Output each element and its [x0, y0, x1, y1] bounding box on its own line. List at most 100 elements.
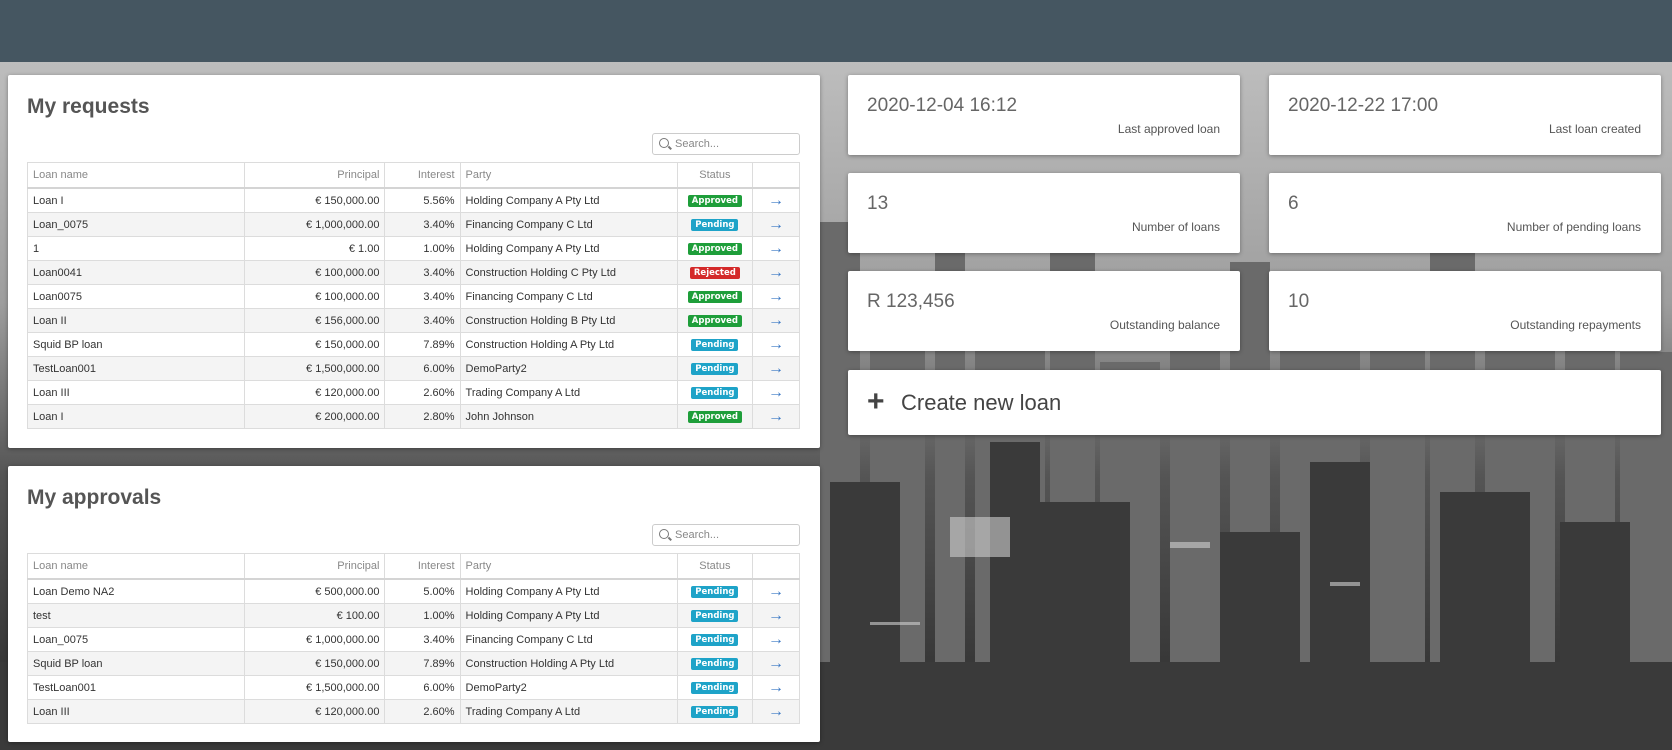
col-header-principal[interactable]: Principal: [244, 553, 386, 580]
table-row[interactable]: TestLoan001 € 1,500,000.00 6.00% DemoParty2…: [26, 675, 801, 700]
status-badge: Pending: [691, 363, 739, 375]
loan-name-cell: Loan I: [26, 187, 246, 213]
row-action-cell: →: [751, 675, 801, 700]
stat-card-outstanding-repayments: 10 Outstanding repayments: [1269, 271, 1661, 351]
principal-cell: € 156,000.00: [244, 308, 386, 333]
arrow-right-icon[interactable]: →: [768, 360, 784, 377]
requests-search-input[interactable]: [675, 136, 793, 152]
party-cell: Financing Company C Ltd: [459, 212, 678, 237]
stat-card-outstanding-balance: R 123,456 Outstanding balance: [848, 271, 1240, 351]
table-row[interactable]: Loan III € 120,000.00 2.60% Trading Company…: [26, 699, 801, 724]
table-row[interactable]: TestLoan001 € 1,500,000.00 6.00% DemoParty2…: [26, 356, 801, 381]
arrow-right-icon[interactable]: →: [768, 192, 784, 209]
arrow-right-icon[interactable]: →: [768, 703, 784, 720]
table-row[interactable]: Squid BP loan € 150,000.00 7.89% Constructi…: [26, 332, 801, 357]
table-row[interactable]: Loan_0075 € 1,000,000.00 3.40% Financing Co…: [26, 627, 801, 652]
table-row[interactable]: Loan0041 € 100,000.00 3.40% Construction Ho…: [26, 260, 801, 285]
arrow-right-icon[interactable]: →: [768, 264, 784, 281]
table-row[interactable]: Loan Demo NA2 € 500,000.00 5.00% Holding Co…: [26, 578, 801, 604]
col-header-status[interactable]: Status: [676, 553, 753, 580]
row-action-cell: →: [751, 356, 801, 381]
arrow-right-icon[interactable]: →: [768, 288, 784, 305]
row-action-cell: →: [751, 284, 801, 309]
status-badge: Rejected: [689, 267, 740, 279]
row-action-cell: →: [751, 332, 801, 357]
col-header-loan-name[interactable]: Loan name: [26, 162, 246, 189]
col-header-party[interactable]: Party: [459, 162, 678, 189]
arrow-right-icon[interactable]: →: [768, 240, 784, 257]
col-header-party[interactable]: Party: [459, 553, 678, 580]
interest-cell: 3.40%: [384, 627, 461, 652]
party-cell: DemoParty2: [459, 356, 678, 381]
interest-cell: 7.89%: [384, 332, 461, 357]
arrow-right-icon[interactable]: →: [768, 408, 784, 425]
principal-cell: € 500,000.00: [244, 578, 386, 604]
row-action-cell: →: [751, 578, 801, 604]
status-cell: Approved: [676, 187, 753, 213]
plus-icon: +: [867, 385, 885, 418]
party-cell: Construction Holding B Pty Ltd: [459, 308, 678, 333]
approvals-table: Loan name Principal Interest Party Statu…: [26, 553, 801, 724]
arrow-right-icon[interactable]: →: [768, 679, 784, 696]
table-row[interactable]: test € 100.00 1.00% Holding Company A Pty L…: [26, 603, 801, 628]
status-cell: Approved: [676, 308, 753, 333]
table-row[interactable]: Loan0075 € 100,000.00 3.40% Financing Compa…: [26, 284, 801, 309]
status-badge: Approved: [687, 411, 742, 423]
table-row[interactable]: Squid BP loan € 150,000.00 7.89% Constructi…: [26, 651, 801, 676]
create-new-loan-button[interactable]: + Create new loan: [848, 370, 1661, 435]
party-cell: Holding Company A Pty Ltd: [459, 187, 678, 213]
col-header-principal[interactable]: Principal: [244, 162, 386, 189]
col-header-interest[interactable]: Interest: [384, 553, 461, 580]
status-badge: Pending: [691, 658, 739, 670]
principal-cell: € 150,000.00: [244, 187, 386, 213]
party-cell: Trading Company A Ltd: [459, 380, 678, 405]
stat-value: 2020-12-22 17:00: [1288, 95, 1439, 116]
arrow-right-icon[interactable]: →: [768, 655, 784, 672]
status-cell: Pending: [676, 627, 753, 652]
col-header-loan-name[interactable]: Loan name: [26, 553, 246, 580]
stat-label: Number of loans: [1131, 220, 1220, 234]
status-badge: Pending: [691, 706, 739, 718]
arrow-right-icon[interactable]: →: [768, 583, 784, 600]
status-cell: Pending: [676, 651, 753, 676]
principal-cell: € 120,000.00: [244, 380, 386, 405]
status-cell: Pending: [676, 380, 753, 405]
row-action-cell: →: [751, 651, 801, 676]
loan-name-cell: Loan0041: [26, 260, 246, 285]
stat-value: 2020-12-04 16:12: [867, 95, 1018, 116]
principal-cell: € 100,000.00: [244, 284, 386, 309]
arrow-right-icon[interactable]: →: [768, 312, 784, 329]
status-badge: Pending: [691, 682, 739, 694]
status-cell: Pending: [676, 603, 753, 628]
row-action-cell: →: [751, 699, 801, 724]
principal-cell: € 150,000.00: [244, 651, 386, 676]
stat-label: Outstanding repayments: [1510, 318, 1641, 332]
status-badge: Approved: [687, 243, 742, 255]
interest-cell: 3.40%: [384, 212, 461, 237]
party-cell: John Johnson: [459, 404, 678, 429]
arrow-right-icon[interactable]: →: [768, 384, 784, 401]
loan-name-cell: TestLoan001: [26, 675, 246, 700]
table-row[interactable]: Loan III € 120,000.00 2.60% Trading Company…: [26, 380, 801, 405]
status-cell: Pending: [676, 332, 753, 357]
party-cell: Holding Company A Pty Ltd: [459, 236, 678, 261]
principal-cell: € 100.00: [244, 603, 386, 628]
table-row[interactable]: Loan I € 200,000.00 2.80% John Johnson Appro…: [26, 404, 801, 429]
col-header-interest[interactable]: Interest: [384, 162, 461, 189]
table-row[interactable]: Loan II € 156,000.00 3.40% Construction Hol…: [26, 308, 801, 333]
interest-cell: 3.40%: [384, 308, 461, 333]
arrow-right-icon[interactable]: →: [768, 216, 784, 233]
approvals-search-box[interactable]: [652, 524, 800, 546]
principal-cell: € 1,500,000.00: [244, 356, 386, 381]
col-header-status[interactable]: Status: [676, 162, 753, 189]
approvals-search-input[interactable]: [675, 527, 793, 543]
arrow-right-icon[interactable]: →: [768, 607, 784, 624]
status-cell: Approved: [676, 236, 753, 261]
arrow-right-icon[interactable]: →: [768, 631, 784, 648]
my-requests-panel: My requests Loan name Principal Interest…: [8, 75, 820, 448]
table-row[interactable]: Loan I € 150,000.00 5.56% Holding Company A…: [26, 187, 801, 213]
table-row[interactable]: 1 € 1.00 1.00% Holding Company A Pty Ltd App…: [26, 236, 801, 261]
requests-search-box[interactable]: [652, 133, 800, 155]
arrow-right-icon[interactable]: →: [768, 336, 784, 353]
table-row[interactable]: Loan_0075 € 1,000,000.00 3.40% Financing Co…: [26, 212, 801, 237]
